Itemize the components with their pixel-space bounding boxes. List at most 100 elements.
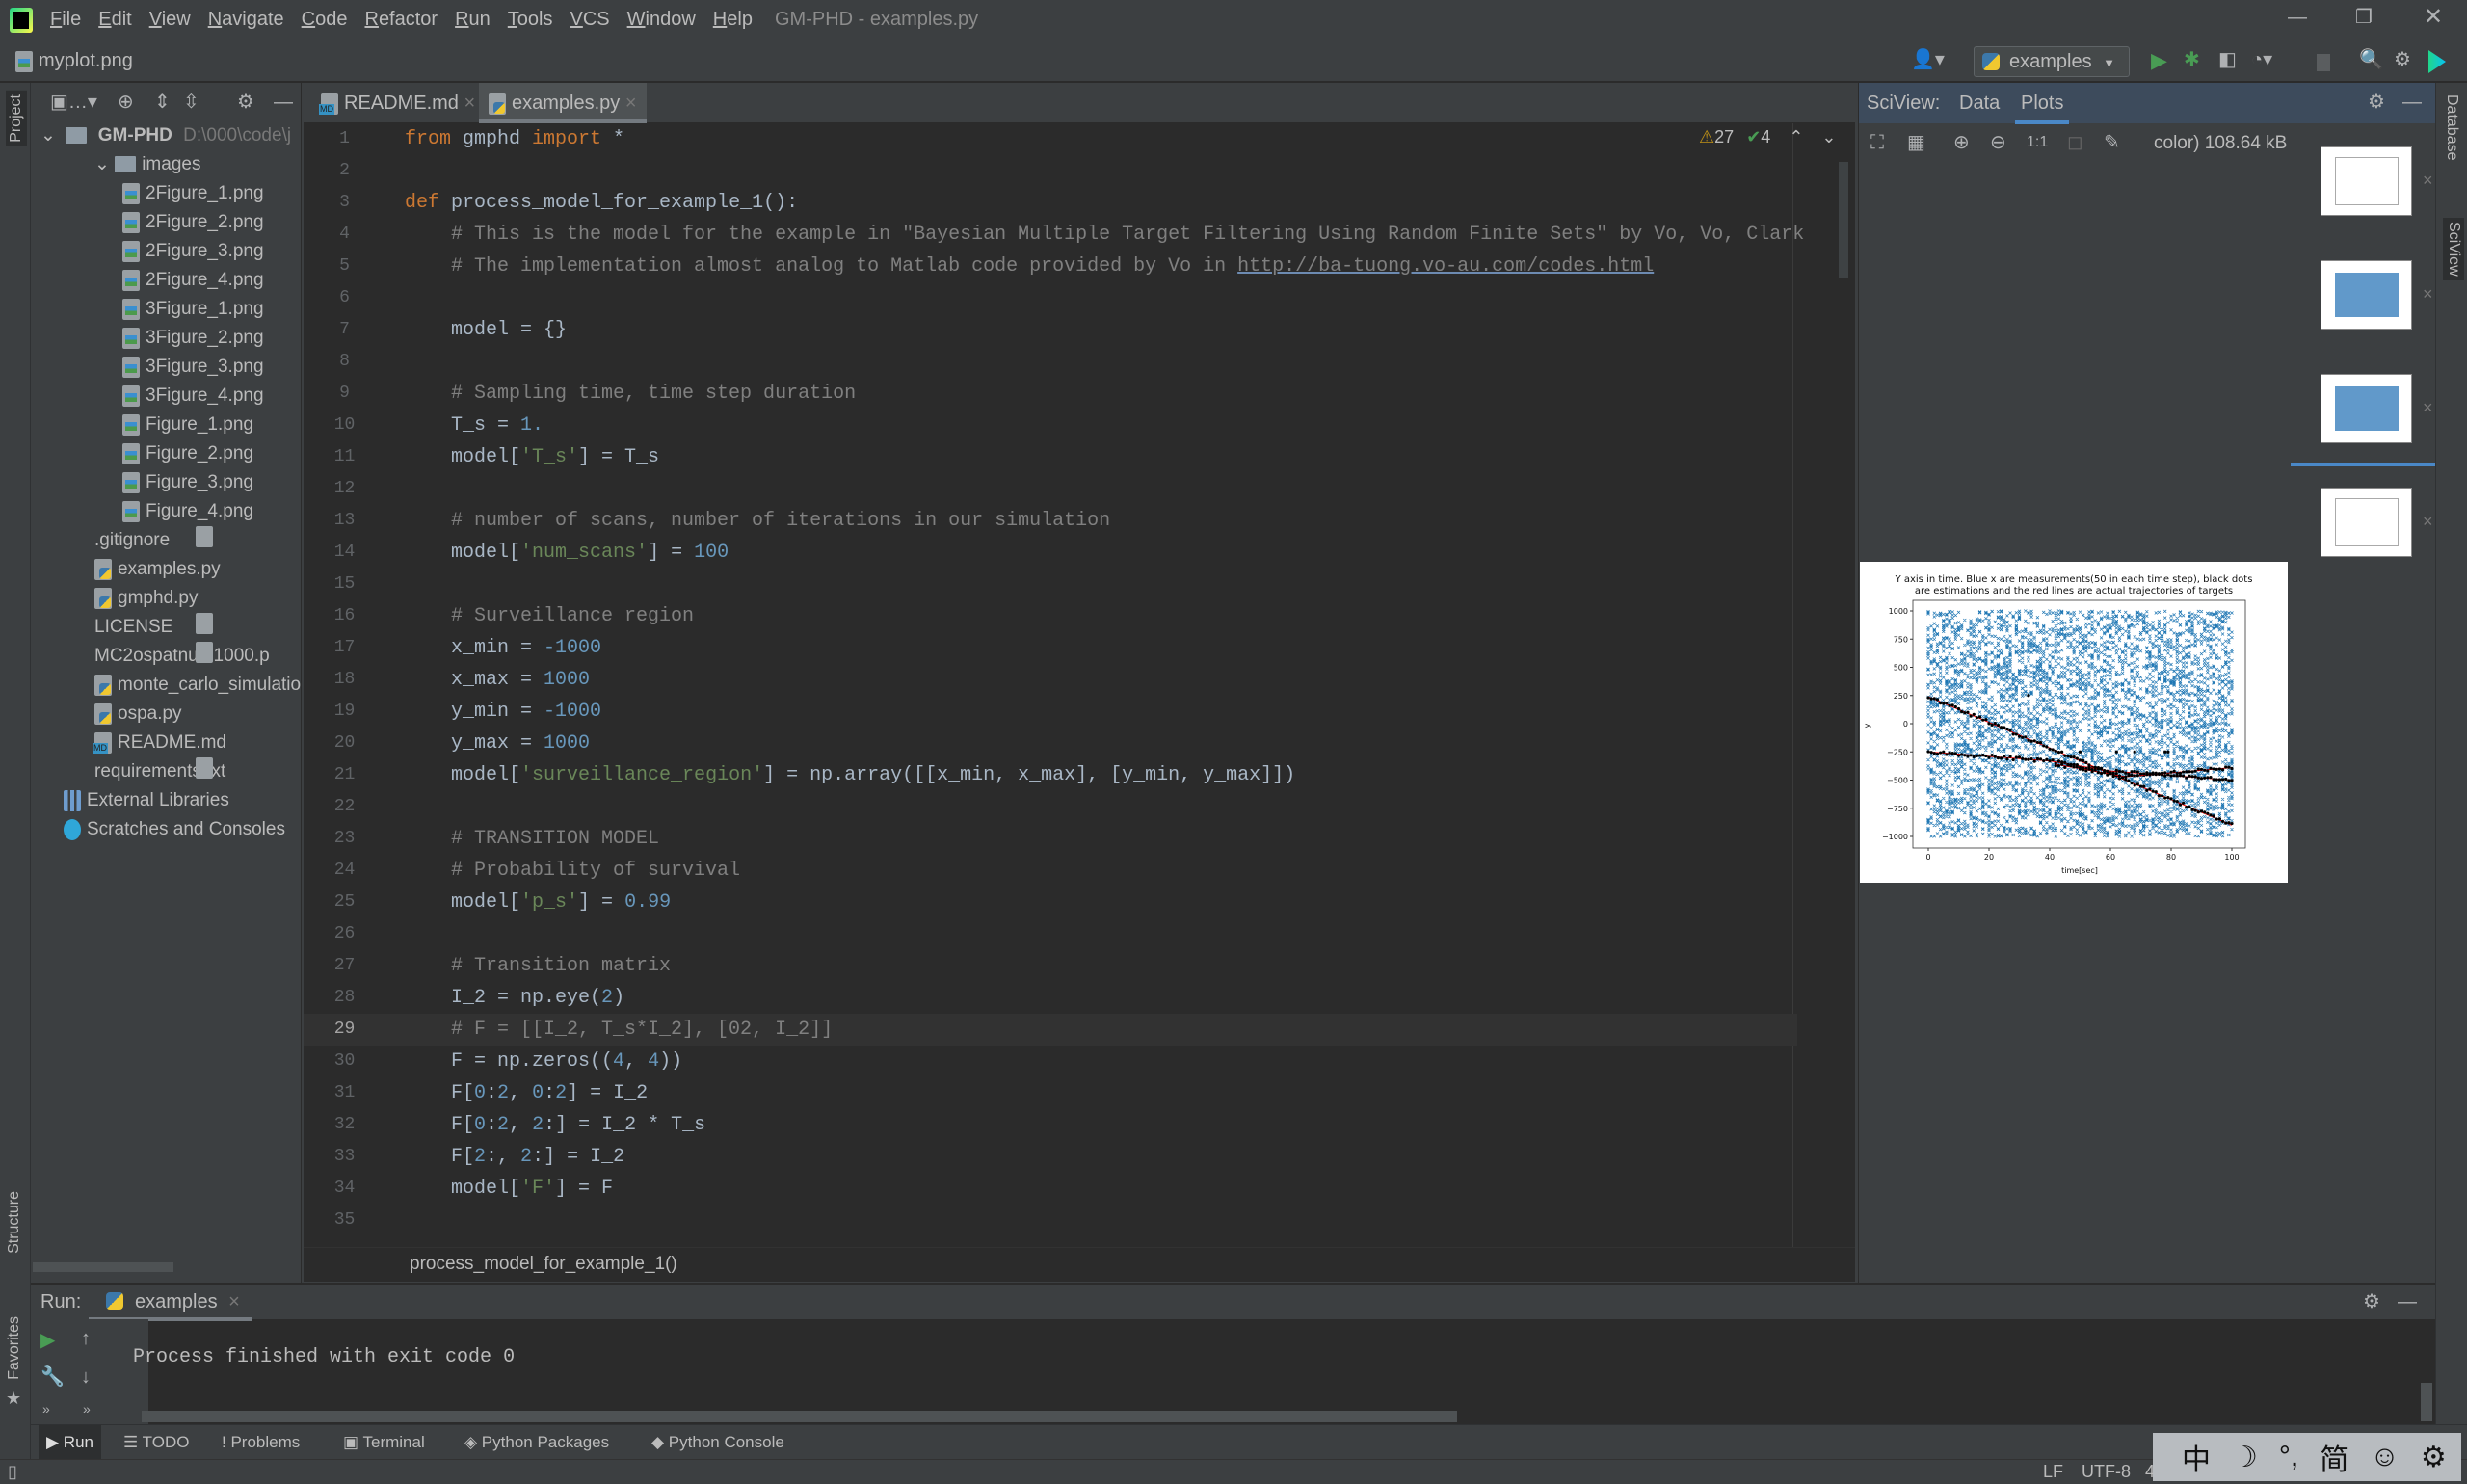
next-highlight-icon[interactable]: ⌄ [1821,127,1836,146]
code-line[interactable]: 29 # F = [[I_2, T_s*I_2], [02, I_2]] [304,1014,1797,1046]
wrench-icon[interactable]: 🔧 [40,1367,65,1387]
tree-item[interactable]: 2Figure_1.png [122,179,264,208]
tree-item[interactable]: Figure_3.png [122,468,253,497]
actual-size-icon[interactable]: 1:1 [2027,135,2048,150]
minimize-icon[interactable]: — [2288,8,2307,27]
ime-halfwidth-icon[interactable]: ☽ [2232,1441,2258,1474]
close-icon[interactable]: × [228,1291,240,1312]
profile-icon[interactable]: ◔▾ [2251,50,2272,69]
tree-item[interactable]: Figure_1.png [122,411,253,439]
tab-readme-md[interactable]: README.md × [311,83,485,123]
expand-all-icon[interactable]: ⇕ [154,93,171,112]
hide-icon[interactable]: — [2402,93,2422,112]
tree-item[interactable]: examples.py [94,555,221,584]
code-line[interactable]: 11 model['T_s'] = T_s [304,441,1797,473]
file-encoding[interactable]: UTF-8 [2082,1462,2131,1482]
tab-plots[interactable]: Plots [2015,93,2070,124]
menu-help[interactable]: Help [713,9,753,31]
code-line[interactable]: 35 [304,1205,1797,1236]
menu-window[interactable]: Window [627,9,696,31]
code-line[interactable]: 23 # TRANSITION MODEL [304,823,1797,855]
code-line[interactable]: 9 # Sampling time, time step duration [304,378,1797,410]
line-separator[interactable]: LF [2043,1462,2063,1482]
stop-icon[interactable] [2317,54,2330,71]
code-line[interactable]: 32 F[0:2, 2:] = I_2 * T_s [304,1109,1797,1141]
project-tool-button[interactable]: Project [6,91,27,146]
close-icon[interactable]: × [2423,512,2433,532]
code-line[interactable]: 27 # Transition matrix [304,950,1797,982]
code-line[interactable]: 16 # Surveillance region [304,600,1797,632]
code-line[interactable]: 31 F[0:2, 0:2] = I_2 [304,1077,1797,1109]
debug-icon[interactable]: ✱ [2184,50,2200,69]
tree-item[interactable]: Scratches and Consoles [40,815,285,844]
code-line[interactable]: 10 T_s = 1. [304,410,1797,441]
tab-examples-py[interactable]: examples.py × [479,83,647,123]
menu-edit[interactable]: Edit [98,9,131,31]
tab-data[interactable]: Data [1959,93,2000,115]
tool-window-python-console[interactable]: ◆ Python Console [644,1425,792,1460]
close-icon[interactable]: × [2423,284,2433,305]
code-line[interactable]: 8 [304,346,1797,378]
tree-item[interactable]: gmphd.py [94,584,198,613]
code-line[interactable]: 7 model = {} [304,314,1797,346]
hide-icon[interactable]: — [274,93,293,112]
code-line[interactable]: 15 [304,569,1797,600]
tree-item[interactable]: MC2ospatnum1000.p [94,642,270,671]
gear-icon[interactable]: ⚙ [2368,93,2385,112]
locate-icon[interactable]: ⊕ [118,93,134,112]
tree-item[interactable]: 3Figure_4.png [122,382,264,411]
tool-window-python-packages[interactable]: ◈ Python Packages [457,1425,617,1460]
rerun-icon[interactable]: ▶ [40,1331,55,1350]
jetbrains-toolbox-icon[interactable] [2428,50,2446,73]
ime-settings-icon[interactable]: ⚙ [2421,1441,2447,1474]
gear-icon[interactable]: ⚙ [237,93,254,112]
fit-icon[interactable]: ⛶ [1870,133,1884,152]
favorites-tool-button[interactable]: Favorites [6,1316,23,1380]
menu-tools[interactable]: Tools [508,9,553,31]
code-line[interactable]: 5 # The implementation almost analog to … [304,251,1797,282]
more-icon[interactable]: » [83,1402,91,1416]
project-horizontal-scrollbar[interactable] [33,1262,173,1272]
tool-window-problems[interactable]: ! Problems [214,1425,307,1460]
tree-item[interactable]: 2Figure_4.png [122,266,264,295]
close-icon[interactable]: × [2423,398,2433,418]
scroll-up-icon[interactable]: ↑ [81,1329,91,1348]
tree-item[interactable]: 3Figure_1.png [122,295,264,324]
tree-item[interactable]: External Libraries [40,786,229,815]
project-view-select[interactable]: ▣…▾ [50,93,97,112]
tool-window-todo[interactable]: ☰ TODO [116,1425,197,1460]
close-icon[interactable]: × [2423,171,2433,191]
code-line[interactable]: 22 [304,791,1797,823]
tree-item[interactable]: ⌄ images [94,150,200,179]
run-vertical-scrollbar[interactable] [2421,1383,2432,1421]
gear-icon[interactable]: ⚙ [2363,1292,2380,1312]
restore-icon[interactable]: ❐ [2355,8,2373,27]
color-picker-icon[interactable]: ✎ [2104,133,2120,152]
tool-window-terminal[interactable]: ▣ Terminal [335,1425,433,1460]
tree-item[interactable]: ospa.py [94,700,182,729]
code-line[interactable]: 3 def process_model_for_example_1(): [304,187,1797,219]
run-tab-examples[interactable]: examples × [89,1285,252,1321]
code-line[interactable]: 13 # number of scans, number of iteratio… [304,505,1797,537]
close-icon[interactable]: × [620,93,637,114]
code-line[interactable]: 26 [304,918,1797,950]
code-editor[interactable]: ⚠27 ✔4 ⌃ ⌄ 1 from gmphd import * 2 3 def pro… [304,123,1855,1247]
breadcrumb-file[interactable]: myplot.png [39,50,133,72]
tree-item[interactable]: README.md [93,729,226,757]
toggle-tool-windows-icon[interactable]: ▯ [8,1463,17,1480]
plot-thumbnail[interactable]: × [2321,146,2433,216]
hide-icon[interactable]: — [2398,1292,2417,1312]
code-line[interactable]: 34 model['F'] = F [304,1173,1797,1205]
run-config-select[interactable]: examples ▼ [1974,46,2130,77]
collapse-all-icon[interactable]: ⇳ [183,93,199,112]
user-icon[interactable]: 👤▾ [1911,50,1945,69]
tree-item[interactable]: monte_carlo_simulatio [94,671,301,700]
menu-run[interactable]: Run [455,9,491,31]
code-line[interactable]: 2 [304,155,1797,187]
menu-vcs[interactable]: VCS [570,9,610,31]
search-icon[interactable]: 🔍 [2359,50,2383,69]
code-line[interactable]: 33 F[2:, 2:] = I_2 [304,1141,1797,1173]
tree-item[interactable]: .gitignore [94,526,213,555]
menu-code[interactable]: Code [302,9,348,31]
code-line[interactable]: 18 x_max = 1000 [304,664,1797,696]
